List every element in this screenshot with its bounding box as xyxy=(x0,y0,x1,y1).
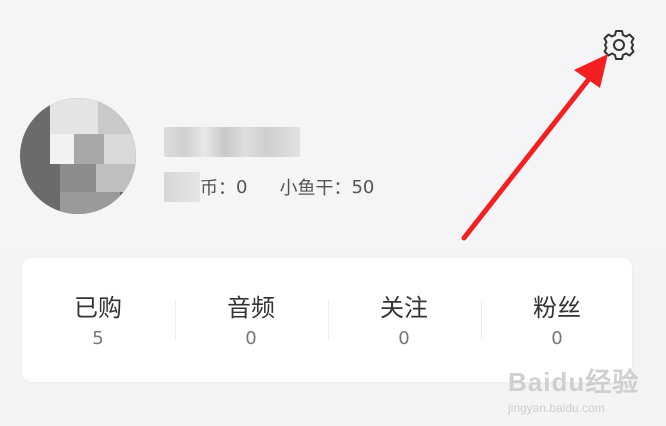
fish-value: 50 xyxy=(351,176,375,198)
stat-purchased[interactable]: 已购 5 xyxy=(22,258,174,382)
avatar[interactable] xyxy=(20,98,136,214)
stat-value: 0 xyxy=(398,328,410,349)
stat-label: 关注 xyxy=(380,294,428,322)
settings-gear-icon[interactable] xyxy=(602,28,636,62)
stat-following[interactable]: 关注 0 xyxy=(328,258,480,382)
watermark-sub: jingyan.baidu.com xyxy=(508,401,605,415)
watermark: Baidu经验 jingyan.baidu.com xyxy=(508,362,658,420)
currency-balance: 0 xyxy=(236,176,248,198)
stat-label: 音频 xyxy=(227,294,275,322)
stat-value: 0 xyxy=(551,328,563,349)
currency-label-blurred xyxy=(164,172,200,202)
currency-label-partial: 币： xyxy=(200,178,236,199)
fish-label: 小鱼干： xyxy=(279,178,352,199)
stat-label: 已购 xyxy=(74,294,122,322)
stat-value: 0 xyxy=(245,328,257,349)
username-blurred xyxy=(164,127,300,157)
stat-value: 5 xyxy=(92,328,104,349)
watermark-main: Baidu经验 xyxy=(508,367,640,397)
stat-label: 粉丝 xyxy=(533,294,581,322)
currency-line: 币： 0 小鱼干： 50 xyxy=(200,174,374,200)
stat-audio[interactable]: 音频 0 xyxy=(175,258,327,382)
